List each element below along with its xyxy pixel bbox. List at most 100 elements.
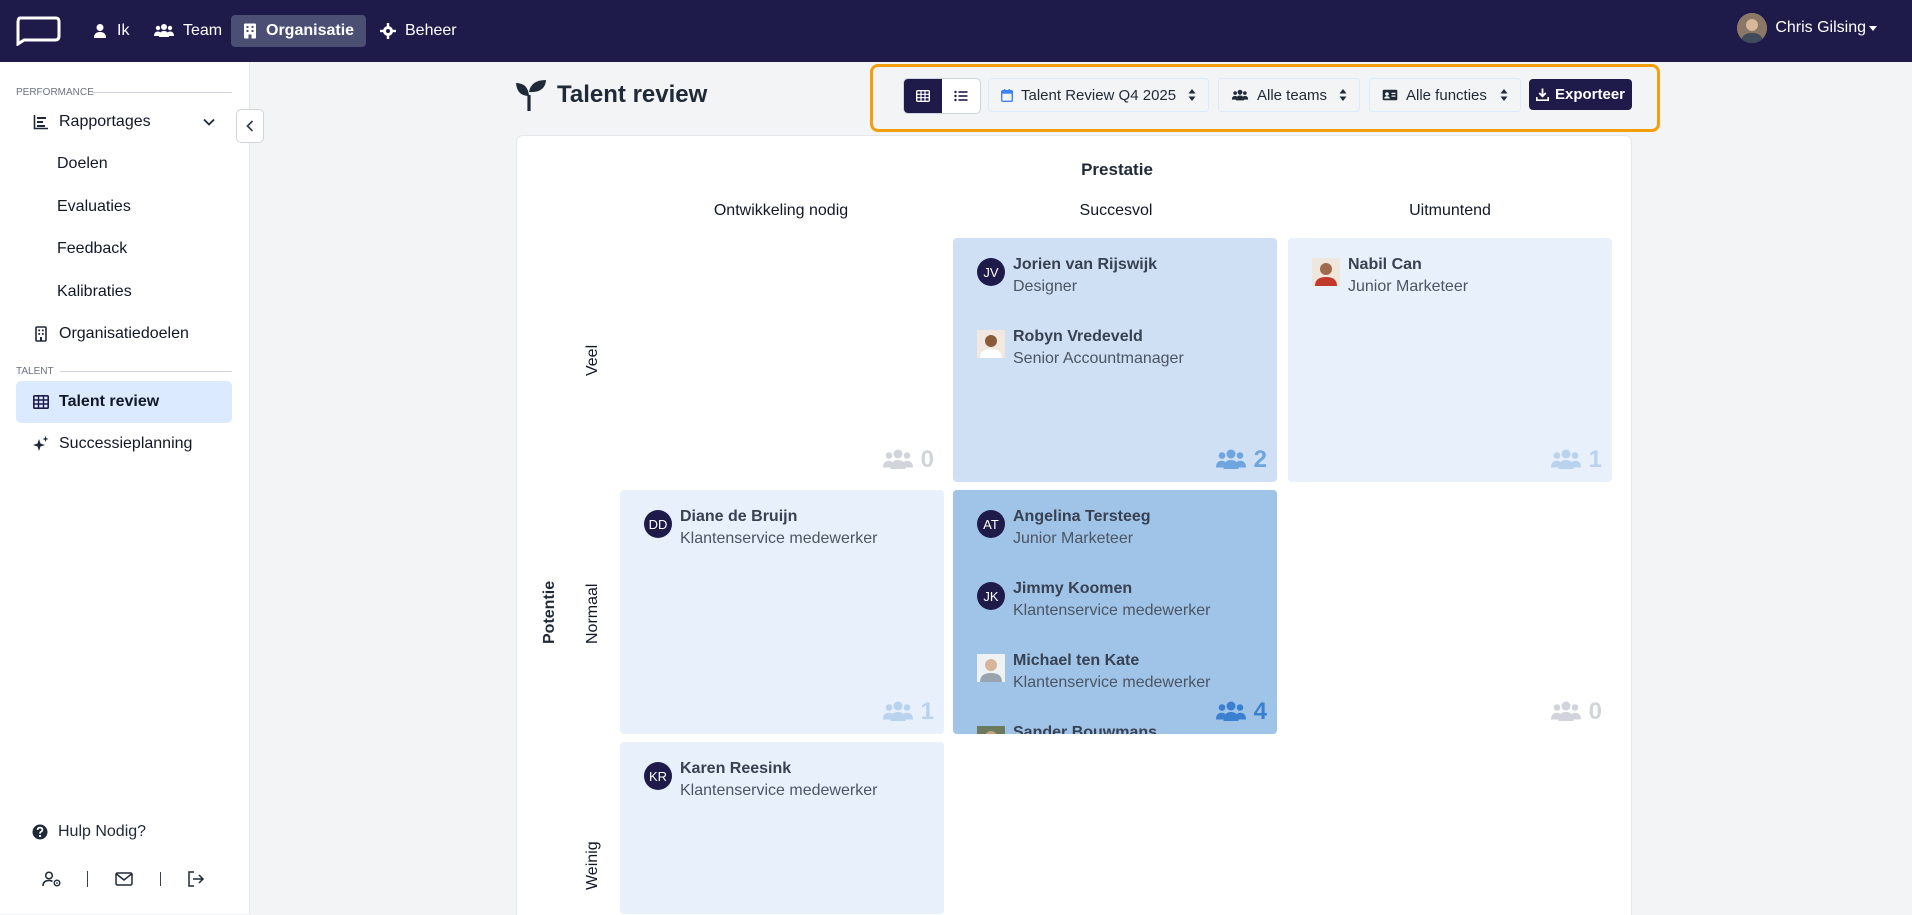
grid-view-button[interactable] bbox=[904, 79, 942, 113]
list-view-button[interactable] bbox=[942, 79, 980, 113]
grid-cell-normaal-ontwikkeling[interactable]: DD Diane de Bruijn Klantenservice medewer… bbox=[620, 490, 944, 734]
user-avatar bbox=[1737, 13, 1768, 43]
sidebar-item-feedback[interactable]: Feedback bbox=[57, 228, 127, 270]
id-card-icon bbox=[1382, 89, 1398, 101]
nav-organisatie-label: Organisatie bbox=[266, 22, 355, 39]
person-avatar bbox=[977, 330, 1005, 358]
person-role: Junior Marketeer bbox=[1013, 530, 1134, 547]
person-role: Senior Accountmanager bbox=[1013, 350, 1184, 367]
review-select-value: Talent Review Q4 2025 bbox=[1021, 86, 1177, 104]
person-card[interactable]: Robyn Vredeveld Senior Accountmanager bbox=[977, 326, 1253, 392]
sidebar-item-talent-review[interactable]: Talent review bbox=[16, 381, 232, 423]
user-name: Chris Gilsing bbox=[1775, 19, 1866, 36]
functions-select[interactable]: Alle functies bbox=[1369, 78, 1521, 112]
person-card[interactable]: JK Jimmy Koomen Klantenservice medewerker bbox=[977, 578, 1253, 644]
column-header-uitmuntend: Uitmuntend bbox=[1409, 202, 1491, 219]
grid-cell-veel-succesvol[interactable]: JV Jorien van Rijswijk Designer Robyn Vre… bbox=[953, 238, 1277, 482]
sidebar-footer bbox=[16, 858, 232, 900]
review-select[interactable]: Talent Review Q4 2025 bbox=[988, 78, 1209, 112]
person-card[interactable]: JV Jorien van Rijswijk Designer bbox=[977, 254, 1253, 320]
messages-button[interactable] bbox=[88, 872, 161, 886]
calendar-icon bbox=[1001, 88, 1013, 102]
row-header-weinig: Weinig bbox=[584, 841, 601, 890]
row-header-veel: Veel bbox=[584, 344, 601, 376]
question-circle-icon bbox=[32, 824, 48, 840]
app-logo[interactable] bbox=[14, 14, 62, 46]
chevron-left-icon bbox=[246, 120, 254, 132]
users-icon bbox=[882, 701, 913, 721]
person-name: Karen Reesink bbox=[680, 760, 792, 777]
person-card[interactable]: AT Angelina Tersteeg Junior Marketeer bbox=[977, 506, 1253, 572]
person-role: Klantenservice medewerker bbox=[680, 530, 878, 547]
section-divider bbox=[92, 92, 232, 93]
help-link[interactable]: Hulp Nodig? bbox=[32, 823, 146, 841]
cell-count: 0 bbox=[882, 446, 934, 474]
sidebar-item-doelen[interactable]: Doelen bbox=[57, 143, 108, 185]
person-card[interactable]: Nabil Can Junior Marketeer bbox=[1312, 254, 1588, 320]
nav-ik[interactable]: Ik bbox=[80, 15, 141, 47]
view-toggle bbox=[903, 78, 981, 114]
person-avatar bbox=[1312, 258, 1340, 286]
sidebar-item-label: Rapportages bbox=[59, 113, 151, 130]
sidebar-item-successieplanning[interactable]: Successieplanning bbox=[16, 423, 232, 465]
nav-team[interactable]: Team bbox=[142, 15, 234, 47]
collapse-sidebar-button[interactable] bbox=[236, 109, 264, 143]
sidebar-item-kalibraties[interactable]: Kalibraties bbox=[57, 271, 132, 313]
grid-cell-normaal-succesvol[interactable]: AT Angelina Tersteeg Junior Marketeer JK … bbox=[953, 490, 1277, 734]
grid-cell-weinig-ontwikkeling[interactable]: KR Karen Reesink Klantenservice medewerke… bbox=[620, 742, 944, 914]
caret-down-icon bbox=[1869, 26, 1877, 31]
sort-icon bbox=[1188, 89, 1196, 101]
chart-icon bbox=[33, 115, 48, 130]
top-navigation-bar: Ik Team Organisatie Beheer Chris Gilsing bbox=[0, 0, 1912, 62]
person-avatar: AT bbox=[977, 510, 1005, 538]
person-role: Klantenservice medewerker bbox=[1013, 602, 1211, 619]
users-icon bbox=[1215, 701, 1246, 721]
user-menu[interactable]: Chris Gilsing bbox=[1737, 13, 1878, 43]
sidebar-item-rapportages[interactable]: Rapportages bbox=[16, 101, 232, 143]
grid-cell-normaal-uitmuntend[interactable]: 0 bbox=[1288, 490, 1612, 734]
grid-cell-veel-ontwikkeling[interactable]: 0 bbox=[620, 238, 944, 482]
person-role: Klantenservice medewerker bbox=[1013, 674, 1211, 691]
section-label-talent: TALENT bbox=[16, 366, 54, 377]
nav-organisatie[interactable]: Organisatie bbox=[231, 15, 367, 47]
section-label-performance: PERFORMANCE bbox=[16, 87, 94, 98]
building-icon bbox=[35, 326, 47, 342]
sidebar-item-organisatiedoelen[interactable]: Organisatiedoelen bbox=[16, 313, 232, 355]
profile-settings-button[interactable] bbox=[16, 871, 89, 887]
person-card[interactable]: KR Karen Reesink Klantenservice medewerke… bbox=[644, 758, 920, 824]
teams-select[interactable]: Alle teams bbox=[1218, 78, 1360, 112]
nav-beheer[interactable]: Beheer bbox=[368, 15, 469, 47]
person-card[interactable]: DD Diane de Bruijn Klantenservice medewer… bbox=[644, 506, 920, 572]
teams-select-value: Alle teams bbox=[1257, 86, 1328, 104]
export-label: Exporteer bbox=[1554, 86, 1626, 103]
export-button[interactable]: Exporteer bbox=[1529, 79, 1632, 110]
sidebar: PERFORMANCE Rapportages Doelen Evaluatie… bbox=[0, 62, 250, 914]
gear-icon bbox=[380, 23, 396, 39]
person-card[interactable]: Sander Bouwmans bbox=[977, 722, 1253, 734]
sparkles-icon bbox=[33, 436, 49, 451]
cell-count-value: 0 bbox=[920, 446, 934, 473]
users-icon bbox=[154, 24, 174, 37]
column-header-succesvol: Succesvol bbox=[1079, 202, 1153, 219]
user-gear-icon bbox=[41, 871, 61, 887]
user-icon bbox=[94, 24, 106, 38]
person-role: Designer bbox=[1013, 278, 1078, 295]
person-name: Jimmy Koomen bbox=[1013, 580, 1133, 597]
sidebar-item-label: Successieplanning bbox=[59, 435, 193, 452]
person-name: Sander Bouwmans bbox=[1013, 724, 1158, 734]
y-axis-title: Potentie bbox=[541, 580, 558, 644]
users-icon bbox=[882, 449, 913, 469]
sidebar-item-evaluaties[interactable]: Evaluaties bbox=[57, 186, 131, 228]
seedling-icon bbox=[516, 80, 546, 111]
cell-count: 1 bbox=[1550, 446, 1602, 474]
users-icon bbox=[1550, 449, 1581, 469]
grid-cell-veel-uitmuntend[interactable]: Nabil Can Junior Marketeer 1 bbox=[1288, 238, 1612, 482]
users-icon bbox=[1215, 449, 1246, 469]
nav-team-label: Team bbox=[183, 22, 223, 39]
person-card[interactable]: Michael ten Kate Klantenservice medewerke… bbox=[977, 650, 1253, 716]
person-avatar: KR bbox=[644, 762, 672, 790]
person-name: Jorien van Rijswijk bbox=[1013, 256, 1158, 273]
person-avatar bbox=[977, 654, 1005, 682]
logout-button[interactable] bbox=[161, 871, 232, 887]
person-avatar bbox=[977, 726, 1005, 734]
